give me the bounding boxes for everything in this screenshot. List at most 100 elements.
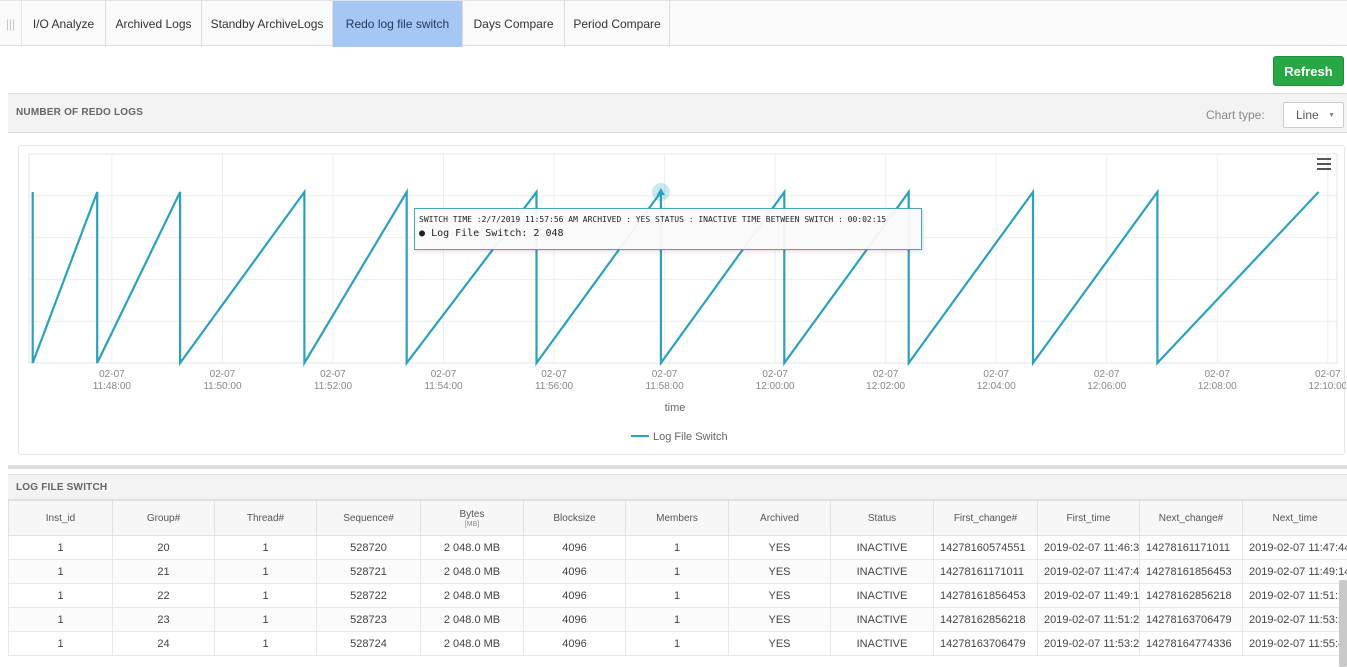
column-header[interactable]: Next_time bbox=[1242, 500, 1347, 536]
table-cell: 14278164774336 bbox=[1139, 631, 1243, 656]
log-file-switch-table: Inst_id Group# Thread# Sequence# Bytes [MB] Bl… bbox=[8, 500, 1347, 656]
column-header-label: Sequence# bbox=[343, 512, 394, 524]
table-cell: 2019-02-07 11:51:29 bbox=[1242, 583, 1347, 608]
tab-archived-logs[interactable]: Archived Logs bbox=[106, 1, 202, 47]
x-tick-time: 12:00:00 bbox=[756, 381, 795, 392]
table-cell: 2019-02-07 11:46:34 bbox=[1037, 535, 1140, 560]
column-header[interactable]: Archived bbox=[728, 500, 831, 536]
table-cell: 4096 bbox=[523, 559, 626, 584]
table-scrollbar[interactable] bbox=[1339, 580, 1347, 667]
table-cell: 2 048.0 MB bbox=[420, 631, 524, 656]
table-cell: 2 048.0 MB bbox=[420, 535, 524, 560]
column-header[interactable]: Status bbox=[830, 500, 934, 536]
x-tick-date: 02-07 bbox=[320, 369, 346, 380]
column-header-label: Inst_id bbox=[45, 512, 76, 524]
table-cell: 1 bbox=[214, 607, 317, 632]
grip-icon[interactable]: ||| bbox=[0, 1, 22, 47]
table-cell: 1 bbox=[214, 583, 317, 608]
table-cell: 2019-02-07 11:47:44 bbox=[1037, 559, 1140, 584]
table-cell: 14278161171011 bbox=[1139, 535, 1243, 560]
x-tick-date: 02-07 bbox=[762, 369, 788, 380]
table-cell: 22 bbox=[112, 583, 215, 608]
panel-splitter[interactable] bbox=[8, 465, 1347, 469]
tab-standby-archivelogs[interactable]: Standby ArchiveLogs bbox=[202, 1, 333, 47]
tab-days-compare[interactable]: Days Compare bbox=[463, 1, 565, 47]
x-tick-time: 11:50:00 bbox=[203, 381, 242, 392]
tooltip-series-value: Log File Switch: 2 048 bbox=[431, 228, 564, 239]
chart-type-label: Chart type: bbox=[1206, 108, 1265, 122]
column-header[interactable]: Blocksize bbox=[523, 500, 626, 536]
table-cell: INACTIVE bbox=[830, 631, 934, 656]
table-cell: 1 bbox=[8, 535, 113, 560]
x-tick-date: 02-07 bbox=[431, 369, 457, 380]
tooltip-series-line: ● Log File Switch: 2 048 bbox=[419, 228, 917, 239]
column-header-label: Thread# bbox=[246, 512, 285, 524]
tooltip-header: SWITCH TIME :2/7/2019 11:57:56 AM ARCHIV… bbox=[419, 215, 887, 224]
redo-section-title: NUMBER OF REDO LOGS bbox=[16, 107, 144, 118]
table-cell: 1 bbox=[214, 559, 317, 584]
table-row[interactable]: 1 21 1 528721 2 048.0 MB 4096 1 YES INACTIVE 1427… bbox=[8, 559, 1347, 584]
x-tick-date: 02-07 bbox=[210, 369, 236, 380]
column-header[interactable]: Bytes [MB] bbox=[420, 500, 524, 536]
tab-bar: ||| I/O Analyze Archived Logs Standby Ar… bbox=[0, 0, 1347, 47]
column-header[interactable]: Group# bbox=[112, 500, 215, 536]
column-header-label: Status bbox=[867, 512, 897, 524]
table-cell: INACTIVE bbox=[830, 535, 934, 560]
table-cell: 21 bbox=[112, 559, 215, 584]
column-header[interactable]: Thread# bbox=[214, 500, 317, 536]
table-cell: 528723 bbox=[316, 607, 421, 632]
table-cell: 2 048.0 MB bbox=[420, 583, 524, 608]
chevron-down-icon: ▼ bbox=[1328, 112, 1335, 119]
column-header-label: Group# bbox=[146, 512, 181, 524]
tab-period-compare[interactable]: Period Compare bbox=[565, 1, 670, 47]
table-cell: 14278163706479 bbox=[933, 631, 1038, 656]
column-header-unit: [MB] bbox=[464, 520, 480, 528]
table-cell: 1 bbox=[8, 607, 113, 632]
table-cell: 1 bbox=[214, 535, 317, 560]
legend-label: Log File Switch bbox=[653, 431, 728, 443]
column-header-label: First_change# bbox=[953, 512, 1018, 524]
column-header[interactable]: First_time bbox=[1037, 500, 1140, 536]
x-tick-time: 11:58:00 bbox=[645, 381, 684, 392]
table-row[interactable]: 1 23 1 528723 2 048.0 MB 4096 1 YES INACTIVE 1427… bbox=[8, 607, 1347, 632]
x-tick-date: 02-07 bbox=[1315, 369, 1341, 380]
x-tick-time: 12:08:00 bbox=[1198, 381, 1237, 392]
column-header-label: Bytes bbox=[459, 508, 485, 520]
table-cell: 1 bbox=[625, 559, 729, 584]
column-header[interactable]: First_change# bbox=[933, 500, 1038, 536]
column-header[interactable]: Members bbox=[625, 500, 729, 536]
table-cell: 1 bbox=[8, 583, 113, 608]
table-cell: 1 bbox=[625, 607, 729, 632]
table-cell: 2019-02-07 11:53:20 bbox=[1242, 607, 1347, 632]
chart-x-axis-label: time bbox=[665, 402, 686, 414]
table-row[interactable]: 1 24 1 528724 2 048.0 MB 4096 1 YES INACTIVE 1427… bbox=[8, 631, 1347, 656]
table-cell: YES bbox=[728, 535, 831, 560]
table-cell: 14278162856218 bbox=[1139, 583, 1243, 608]
table-cell: 528720 bbox=[316, 535, 421, 560]
log-section-header: LOG FILE SWITCH bbox=[8, 474, 1347, 500]
refresh-button[interactable]: Refresh bbox=[1273, 56, 1344, 86]
chart-type-select[interactable]: Line ▼ bbox=[1283, 102, 1344, 128]
x-tick-time: 12:10:00 bbox=[1308, 381, 1346, 392]
table-cell: 4096 bbox=[523, 535, 626, 560]
table-cell: 2019-02-07 11:55:41 bbox=[1242, 631, 1347, 656]
table-row[interactable]: 1 20 1 528720 2 048.0 MB 4096 1 YES INACTIVE 1427… bbox=[8, 535, 1347, 560]
column-header-label: Members bbox=[656, 512, 698, 524]
table-cell: 4096 bbox=[523, 631, 626, 656]
table-cell: 20 bbox=[112, 535, 215, 560]
tab-io-analyze[interactable]: I/O Analyze bbox=[22, 1, 106, 47]
table-cell: YES bbox=[728, 559, 831, 584]
x-tick-time: 12:02:00 bbox=[866, 381, 905, 392]
table-cell: 2019-02-07 11:51:29 bbox=[1037, 607, 1140, 632]
column-header[interactable]: Next_change# bbox=[1139, 500, 1243, 536]
tab-redo-log-file-switch[interactable]: Redo log file switch bbox=[333, 1, 463, 47]
table-cell: 14278162856218 bbox=[933, 607, 1038, 632]
table-cell: 2019-02-07 11:49:14 bbox=[1037, 583, 1140, 608]
chart-menu-icon[interactable] bbox=[1317, 158, 1331, 170]
table-cell: 14278161171011 bbox=[933, 559, 1038, 584]
table-row[interactable]: 1 22 1 528722 2 048.0 MB 4096 1 YES INACTIVE 1427… bbox=[8, 583, 1347, 608]
column-header[interactable]: Inst_id bbox=[8, 500, 113, 536]
column-header[interactable]: Sequence# bbox=[316, 500, 421, 536]
x-tick-time: 11:52:00 bbox=[314, 381, 353, 392]
table-cell: 1 bbox=[625, 583, 729, 608]
